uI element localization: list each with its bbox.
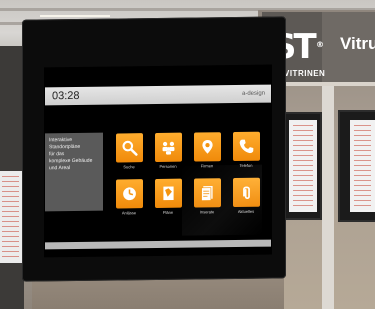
clock-icon xyxy=(123,187,136,201)
ceiling-light xyxy=(40,15,110,17)
phone-icon xyxy=(239,139,254,154)
tile-personen[interactable] xyxy=(155,132,182,162)
kiosk-footer-bar xyxy=(45,239,271,250)
screen-text-lines xyxy=(2,176,19,258)
location-icon xyxy=(202,140,213,154)
cabinet-screen xyxy=(289,120,317,212)
tile-label: Anlässe xyxy=(121,210,137,216)
photo-scene: ST® VITRINEN Vitrun 03:28 a-design Inter… xyxy=(0,0,375,309)
info-panel: Interaktive Standortpläne für das komple… xyxy=(45,132,103,212)
search-icon xyxy=(122,140,138,156)
brand-logo-text: a-design xyxy=(241,90,265,97)
brand-subtitle: VITRINEN xyxy=(284,69,326,78)
tile-telefon[interactable] xyxy=(233,131,260,162)
tile-plaene[interactable] xyxy=(155,178,182,208)
kiosk-frame: 03:28 a-design Interaktive Standortpläne… xyxy=(22,16,286,282)
left-panel-screen xyxy=(0,171,22,263)
display-cabinet xyxy=(284,112,322,220)
tile-anlaesse[interactable] xyxy=(116,179,143,209)
tile-label: Suche xyxy=(123,164,135,170)
display-cabinet xyxy=(338,110,375,222)
cabinet-screen xyxy=(350,120,375,212)
brand-right-text: Vitrun xyxy=(340,34,375,53)
screen-reflection xyxy=(182,164,262,236)
screen-text-lines xyxy=(354,125,371,207)
people-icon xyxy=(162,141,175,155)
tile-suche[interactable] xyxy=(116,133,143,163)
kiosk-screen: 03:28 a-design Interaktive Standortpläne… xyxy=(44,64,272,258)
info-text: Interaktive Standortpläne für das komple… xyxy=(49,137,93,172)
map-icon xyxy=(163,186,174,201)
tile-firmen[interactable] xyxy=(194,132,221,162)
kiosk-top-bar: 03:28 a-design xyxy=(45,84,271,106)
left-display-panel xyxy=(0,46,24,309)
screen-text-lines xyxy=(293,125,313,207)
booth-column xyxy=(322,86,334,309)
clock: 03:28 xyxy=(52,89,80,103)
